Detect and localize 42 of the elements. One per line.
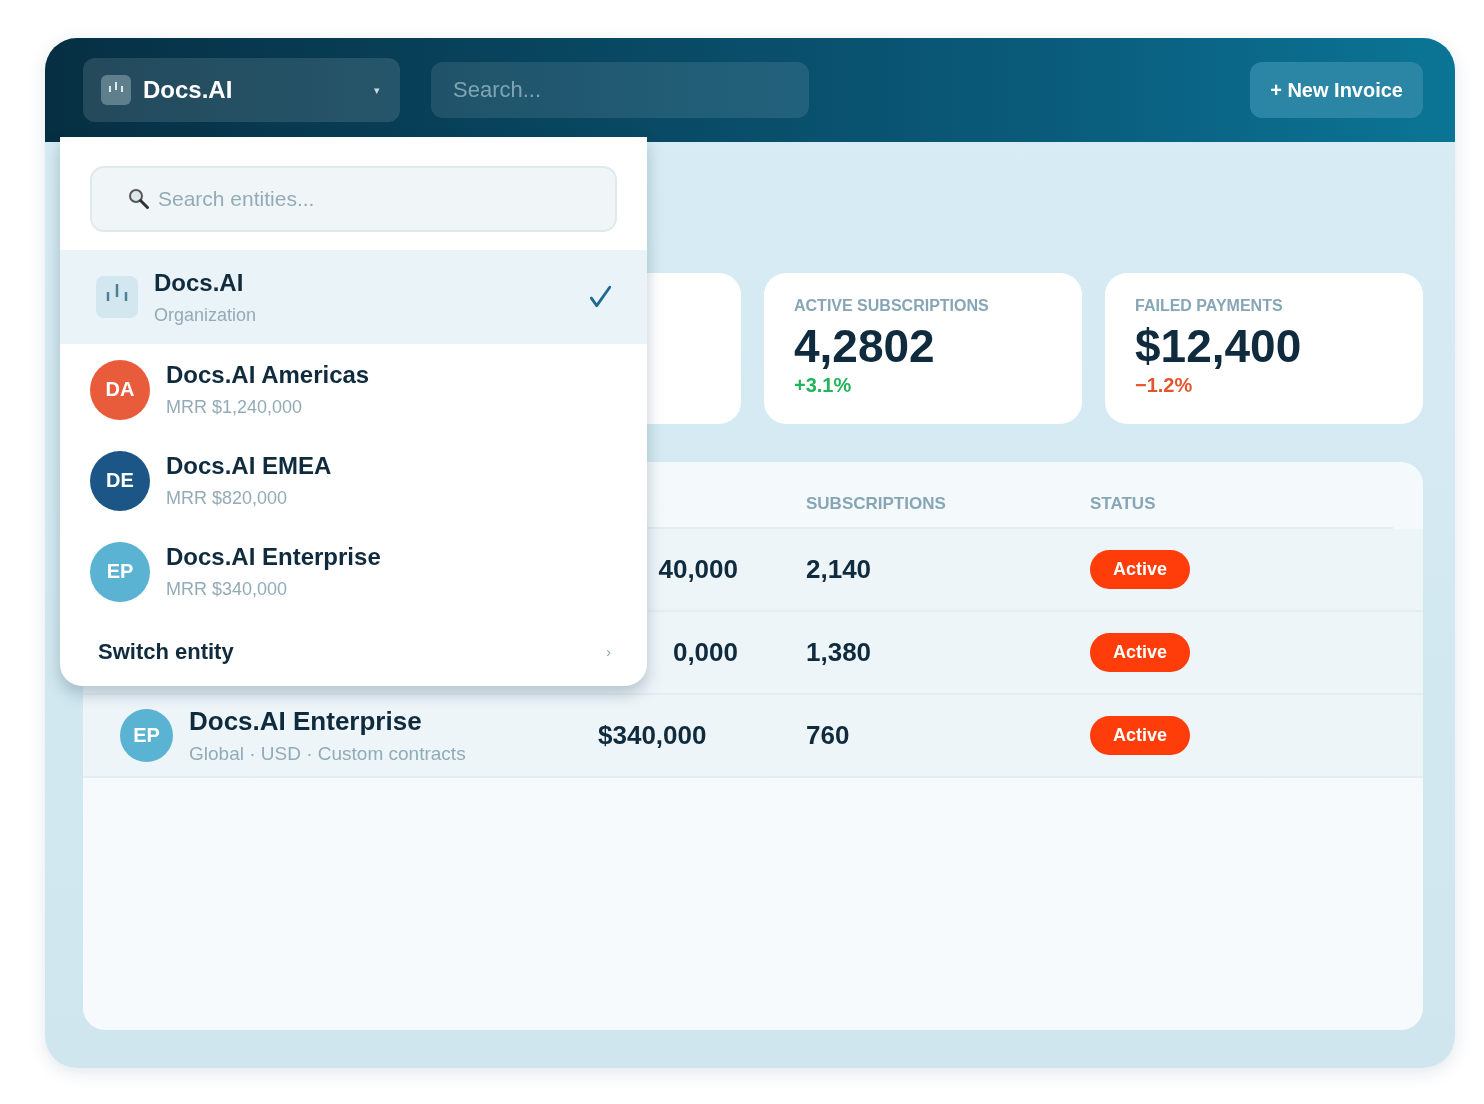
entity-avatar: DA <box>90 359 150 420</box>
table-cell-text: 2,140 <box>806 554 873 585</box>
check-icon <box>587 284 613 310</box>
entity-name: Docs.AI Enterprise <box>189 706 423 737</box>
entity-subtitle: MRR $340,000 <box>166 579 289 600</box>
stat-label: ACTIVE SUBSCRIPTIONS <box>794 297 990 315</box>
entity-avatar: EP <box>90 541 150 602</box>
stat-label: FAILED PAYMENTS <box>1135 297 1284 315</box>
entity-subtitle: Organization <box>154 304 258 326</box>
status-badge: Active <box>1090 550 1191 589</box>
status-badge: Active <box>1090 633 1191 672</box>
entity-option[interactable]: DE Docs.AI EMEA MRR $820,000 <box>60 435 647 526</box>
entity-subtitle: MRR $820,000 <box>166 488 289 509</box>
entity-subtitle: MRR $1,240,000 <box>166 397 304 418</box>
entity-details: Global · USD · Custom contracts <box>189 743 466 765</box>
entity-name: Docs.AI <box>154 268 245 297</box>
stat-value: 4,2802 <box>794 321 936 372</box>
table-cell-text: $340,000 <box>598 720 708 751</box>
entity-switcher[interactable]: Docs.AI ▾ <box>83 58 400 122</box>
entity-name: Docs.AI Enterprise <box>166 543 382 571</box>
table-cell-text: 760 <box>806 720 851 751</box>
table-cell: 0,000 <box>672 637 738 668</box>
column-header: SUBSCRIPTIONS <box>806 492 947 514</box>
building-icon <box>96 276 138 318</box>
building-icon <box>101 75 131 105</box>
stat-change: −1.2% <box>1135 373 1194 397</box>
entity-option[interactable]: DA Docs.AI Americas MRR $1,240,000 <box>60 344 647 435</box>
entity-avatar: DE <box>90 450 150 511</box>
entity-search-field[interactable]: Search entities... <box>90 166 617 232</box>
table-cell-text: 1,380 <box>806 637 873 668</box>
column-header: STATUS <box>1090 492 1157 514</box>
stat-change: +3.1% <box>794 373 853 397</box>
entity-avatar: EP <box>120 709 173 762</box>
status-badge: Active <box>1090 716 1191 755</box>
entity-option[interactable]: Docs.AI Organization <box>60 250 647 344</box>
table-row[interactable]: EP Docs.AI Enterprise Global · USD · Custom contracts $340,000 760 Active <box>83 695 1423 778</box>
entity-name: Docs.AI Americas <box>166 361 371 389</box>
search-icon <box>127 187 151 211</box>
stat-value: $12,400 <box>1135 321 1303 372</box>
entity-name: Docs.AI EMEA <box>166 452 333 480</box>
new-invoice-button[interactable]: + New Invoice <box>1250 62 1423 118</box>
table-cell: 40,000 <box>658 554 738 585</box>
